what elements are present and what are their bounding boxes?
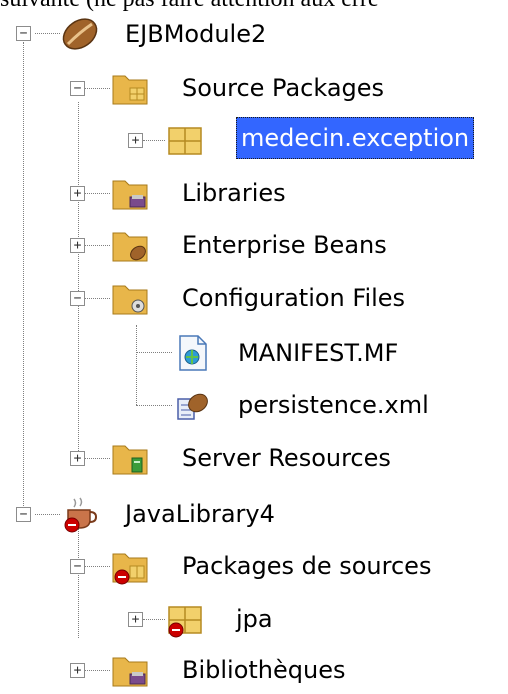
project-label[interactable]: EJBModule2 bbox=[125, 14, 266, 54]
expand-toggle[interactable]: + bbox=[70, 663, 85, 678]
folder-icon bbox=[110, 650, 150, 690]
folder-label[interactable]: Source Packages bbox=[182, 68, 384, 108]
folder-label[interactable]: Configuration Files bbox=[182, 278, 405, 318]
folder-icon bbox=[110, 546, 150, 586]
tree-line bbox=[136, 325, 137, 405]
bean-module-icon bbox=[60, 14, 100, 54]
folder-label[interactable]: Bibliothèques bbox=[182, 650, 346, 690]
expand-toggle[interactable]: + bbox=[70, 451, 85, 466]
persistence-xml-icon bbox=[172, 385, 212, 425]
project-label[interactable]: JavaLibrary4 bbox=[125, 494, 275, 534]
coffee-cup-error-icon bbox=[60, 494, 100, 534]
expand-toggle[interactable]: + bbox=[128, 612, 143, 627]
folder-label[interactable]: Server Resources bbox=[182, 438, 391, 478]
tree-line bbox=[78, 528, 79, 638]
folder-label[interactable]: Packages de sources bbox=[182, 546, 431, 586]
expand-toggle[interactable]: + bbox=[128, 133, 143, 148]
folder-icon bbox=[110, 68, 150, 108]
collapse-toggle[interactable]: − bbox=[70, 559, 85, 574]
collapse-toggle[interactable]: − bbox=[16, 26, 31, 41]
package-icon bbox=[165, 599, 205, 639]
collapse-toggle[interactable]: − bbox=[70, 81, 85, 96]
collapse-toggle[interactable]: − bbox=[70, 291, 85, 306]
file-label[interactable]: MANIFEST.MF bbox=[238, 333, 398, 373]
folder-label[interactable]: Libraries bbox=[182, 173, 286, 213]
package-icon bbox=[165, 120, 205, 160]
expand-toggle[interactable]: + bbox=[70, 186, 85, 201]
tree-line bbox=[78, 102, 79, 457]
package-label-selected[interactable]: medecin.exception bbox=[236, 117, 475, 159]
expand-toggle[interactable]: + bbox=[70, 238, 85, 253]
project-tree: − EJBModule2 − Source Packages + medecin… bbox=[0, 0, 508, 688]
folder-icon bbox=[110, 173, 150, 213]
file-label[interactable]: persistence.xml bbox=[238, 385, 429, 425]
package-label[interactable]: jpa bbox=[236, 599, 273, 639]
folder-icon bbox=[110, 438, 150, 478]
collapse-toggle[interactable]: − bbox=[16, 507, 31, 522]
tree-line bbox=[23, 42, 24, 512]
manifest-file-icon bbox=[172, 333, 212, 373]
folder-icon bbox=[110, 278, 150, 318]
folder-icon bbox=[110, 225, 150, 265]
folder-label[interactable]: Enterprise Beans bbox=[182, 225, 387, 265]
